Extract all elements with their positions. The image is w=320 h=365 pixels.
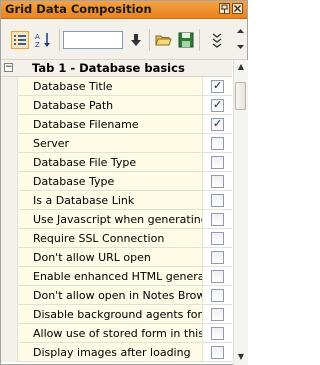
property-checkbox[interactable] bbox=[211, 289, 224, 302]
toolbar-separator bbox=[149, 29, 150, 51]
property-checkbox[interactable] bbox=[211, 194, 224, 207]
property-checkbox[interactable] bbox=[211, 232, 224, 245]
toolbar-overflow-icon[interactable] bbox=[236, 27, 245, 51]
property-checkbox[interactable] bbox=[211, 346, 224, 359]
property-label: Database Path bbox=[33, 99, 114, 112]
svg-text:Z: Z bbox=[35, 41, 40, 49]
property-row[interactable]: Database Title bbox=[1, 77, 232, 96]
property-checkbox[interactable] bbox=[211, 308, 224, 321]
svg-text:A: A bbox=[35, 33, 40, 41]
property-label: Display images after loading bbox=[33, 346, 191, 359]
collapse-icon[interactable]: − bbox=[4, 63, 13, 72]
property-checkbox[interactable] bbox=[211, 98, 224, 112]
scroll-down-icon[interactable]: ▼ bbox=[236, 352, 246, 362]
toolbar-separator bbox=[199, 29, 200, 51]
property-row[interactable]: Database Filename bbox=[1, 115, 232, 134]
grid-data-composition-panel: Grid Data Composition A Z − Tab 1 - Data… bbox=[0, 0, 248, 365]
property-row[interactable]: Server bbox=[1, 134, 232, 153]
property-row[interactable]: Database Path bbox=[1, 96, 232, 115]
scroll-up-icon[interactable]: ▲ bbox=[236, 62, 246, 72]
property-row[interactable]: Database Type bbox=[1, 172, 232, 191]
property-row[interactable]: Disable background agents for this bbox=[1, 305, 232, 324]
property-label: Database Type bbox=[33, 175, 115, 188]
more-chevron-icon[interactable] bbox=[208, 31, 226, 49]
property-grid: − Tab 1 - Database basics Database Title… bbox=[1, 60, 232, 365]
property-checkbox[interactable] bbox=[211, 251, 224, 264]
arrow-down-icon[interactable] bbox=[127, 31, 145, 49]
property-label: Disable background agents for this bbox=[33, 308, 202, 321]
property-label: Is a Database Link bbox=[33, 194, 135, 207]
property-checkbox[interactable] bbox=[211, 117, 224, 131]
save-icon[interactable] bbox=[177, 31, 195, 49]
property-label: Server bbox=[33, 137, 70, 150]
panel-title-bar: Grid Data Composition bbox=[1, 1, 247, 19]
property-checkbox[interactable] bbox=[211, 270, 224, 283]
property-label: Don't allow URL open bbox=[33, 251, 151, 264]
toolbar: A Z bbox=[1, 19, 247, 60]
property-label: Don't allow open in Notes Browser bbox=[33, 289, 202, 302]
property-label: Require SSL Connection bbox=[33, 232, 165, 245]
property-row[interactable]: Allow use of stored form in this dat bbox=[1, 324, 232, 343]
panel-title: Grid Data Composition bbox=[5, 2, 152, 16]
section-label: Tab 1 - Database basics bbox=[32, 61, 185, 75]
vertical-scrollbar[interactable]: ▲ ▼ bbox=[233, 60, 248, 365]
toolbar-separator bbox=[59, 29, 60, 51]
scrollbar-thumb[interactable] bbox=[235, 82, 246, 110]
property-checkbox[interactable] bbox=[211, 175, 224, 188]
property-checkbox[interactable] bbox=[211, 327, 224, 340]
categorized-view-icon[interactable] bbox=[11, 31, 29, 49]
property-row[interactable]: Database File Type bbox=[1, 153, 232, 172]
property-label: Allow use of stored form in this dat bbox=[33, 327, 202, 340]
property-checkbox[interactable] bbox=[211, 213, 224, 226]
property-row[interactable]: Enable enhanced HTML generation bbox=[1, 267, 232, 286]
property-checkbox[interactable] bbox=[211, 79, 224, 93]
property-checkbox[interactable] bbox=[211, 156, 224, 169]
property-label: Enable enhanced HTML generation bbox=[33, 270, 202, 283]
sort-az-icon[interactable]: A Z bbox=[35, 31, 53, 49]
property-label: Database Filename bbox=[33, 118, 139, 131]
property-row[interactable]: Don't allow URL open bbox=[1, 248, 232, 267]
property-row[interactable]: Don't allow open in Notes Browser bbox=[1, 286, 232, 305]
property-row[interactable]: Require SSL Connection bbox=[1, 229, 232, 248]
property-label: Use Javascript when generating pa bbox=[33, 213, 202, 226]
property-row[interactable]: Display images after loading bbox=[1, 343, 232, 362]
property-checkbox[interactable] bbox=[211, 137, 224, 150]
property-label: Database File Type bbox=[33, 156, 137, 169]
pin-icon[interactable] bbox=[219, 3, 230, 14]
section-header[interactable]: − Tab 1 - Database basics bbox=[1, 60, 232, 77]
property-row[interactable]: Is a Database Link bbox=[1, 191, 232, 210]
property-label: Database Title bbox=[33, 80, 113, 93]
open-folder-icon[interactable] bbox=[154, 31, 172, 49]
toolbar-combo[interactable] bbox=[63, 31, 123, 49]
close-icon[interactable] bbox=[232, 3, 243, 14]
property-row[interactable]: Use Javascript when generating pa bbox=[1, 210, 232, 229]
